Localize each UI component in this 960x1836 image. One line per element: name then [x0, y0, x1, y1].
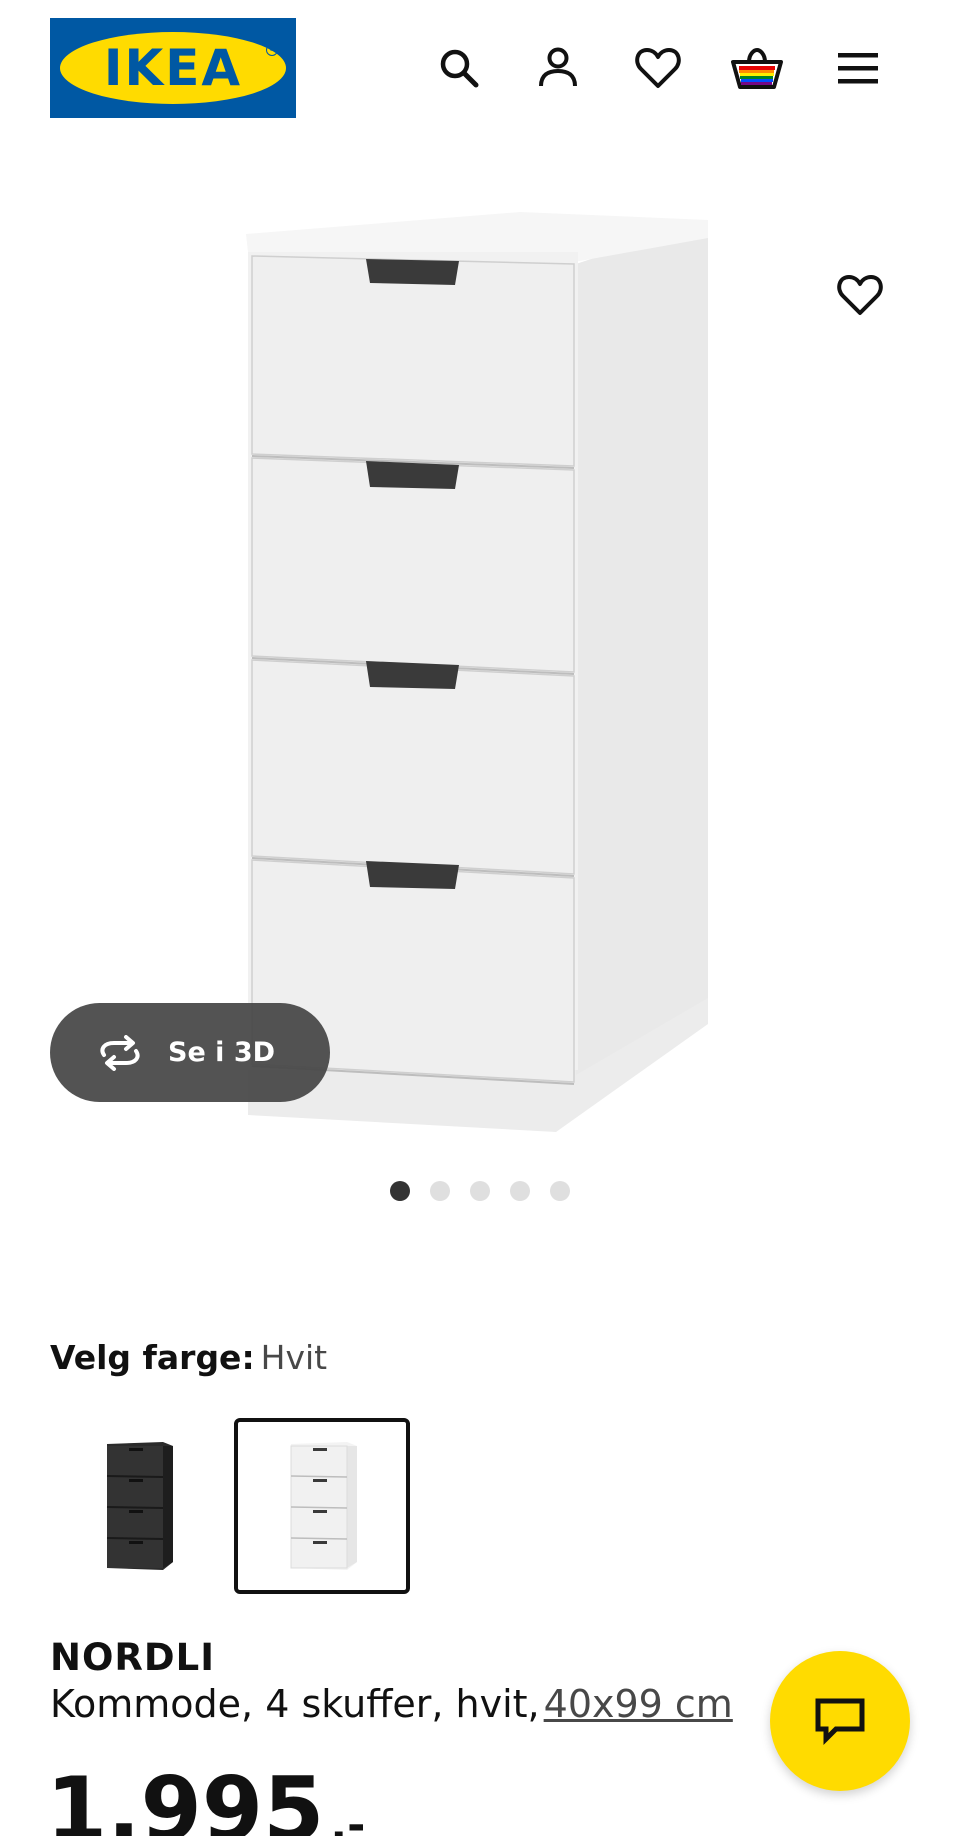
carousel-dot[interactable]	[390, 1181, 410, 1201]
color-selected-value: Hvit	[260, 1338, 328, 1377]
menu-button[interactable]	[830, 40, 886, 96]
account-button[interactable]	[530, 40, 586, 96]
header: IKEA ®	[0, 0, 960, 140]
product-image[interactable]	[0, 140, 960, 1140]
chat-button[interactable]	[770, 1651, 910, 1791]
cart-icon	[731, 47, 783, 89]
carousel-indicator	[0, 1181, 960, 1201]
registered-mark: ®	[266, 44, 278, 56]
add-to-favorites-button[interactable]	[832, 267, 888, 323]
color-selector-label: Velg farge: Hvit	[50, 1338, 327, 1377]
search-button[interactable]	[431, 40, 487, 96]
rotate-3d-icon	[100, 1034, 140, 1071]
view-in-3d-button[interactable]: Se i 3D	[50, 1003, 330, 1102]
product-description-text: Kommode, 4 skuffer, hvit,	[50, 1682, 540, 1726]
cart-button[interactable]	[729, 40, 785, 96]
chat-icon	[815, 1698, 865, 1746]
logo-text: IKEA	[103, 39, 243, 97]
ikea-logo[interactable]: IKEA ®	[50, 18, 296, 118]
carousel-dot[interactable]	[430, 1181, 450, 1201]
carousel-dot[interactable]	[510, 1181, 530, 1201]
carousel-dot[interactable]	[550, 1181, 570, 1201]
heart-icon	[837, 275, 883, 315]
account-icon	[539, 47, 577, 87]
black-dresser-thumbnail	[106, 1442, 173, 1570]
product-name: NORDLI	[50, 1636, 215, 1679]
search-icon	[440, 49, 479, 88]
white-dresser-thumbnail	[290, 1442, 357, 1570]
color-option-black[interactable]	[50, 1418, 226, 1594]
menu-icon	[838, 53, 878, 84]
favorites-button[interactable]	[630, 40, 686, 96]
product-price: 1.995 ,-	[46, 1766, 365, 1836]
product-size-link[interactable]: 40x99 cm	[544, 1682, 733, 1726]
price-suffix: ,-	[330, 1800, 366, 1836]
heart-icon	[635, 48, 681, 88]
product-description: Kommode, 4 skuffer, hvit, 40x99 cm	[50, 1682, 733, 1726]
color-label-key: Velg farge:	[50, 1338, 255, 1377]
color-option-white[interactable]	[234, 1418, 410, 1594]
product-gallery[interactable]: Se i 3D	[0, 140, 960, 1201]
price-value: 1.995	[46, 1758, 325, 1836]
view-in-3d-label: Se i 3D	[168, 1037, 276, 1068]
carousel-dot[interactable]	[470, 1181, 490, 1201]
